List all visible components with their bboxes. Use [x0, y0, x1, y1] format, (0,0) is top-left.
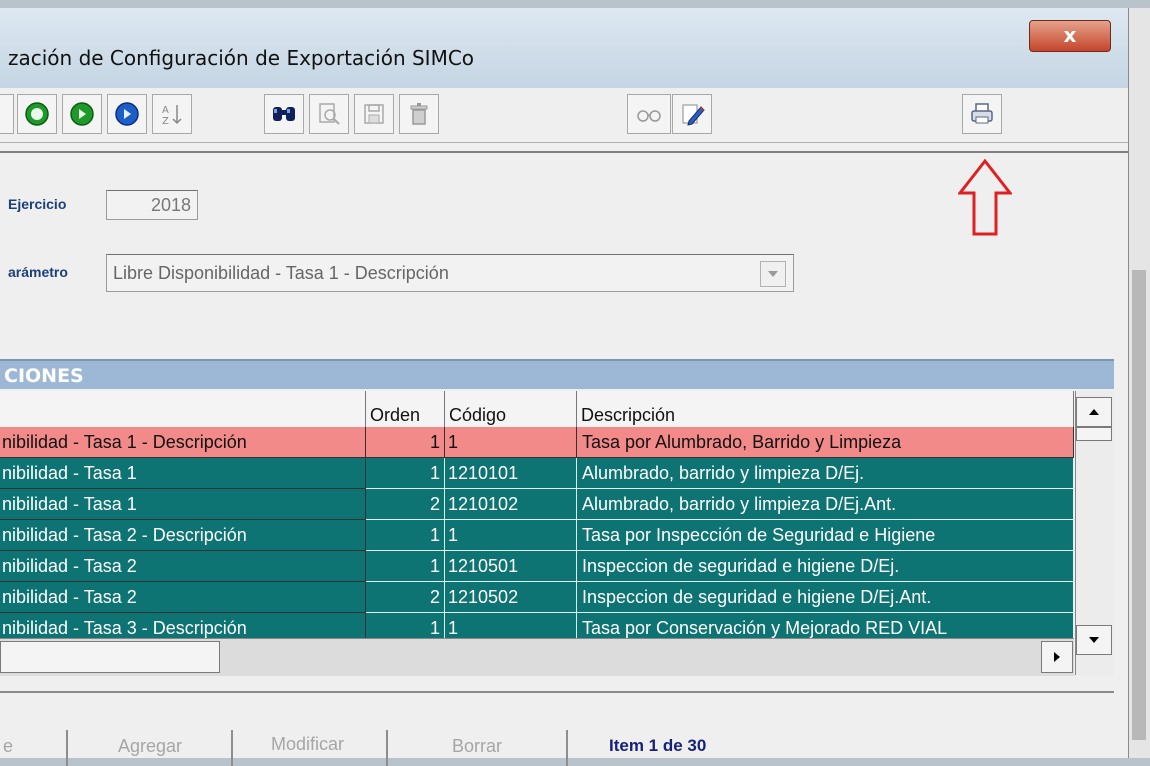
cell-descripcion: Alumbrado, barrido y limpieza D/Ej. — [577, 458, 1074, 489]
partial-button[interactable]: e — [3, 736, 13, 757]
table-row[interactable]: nibilidad - Tasa 2 2 1210502 Inspeccion … — [0, 582, 1074, 613]
cell-codigo: 1210102 — [445, 489, 577, 520]
table-row[interactable]: nibilidad - Tasa 2 - Descripción 1 1 Tas… — [0, 520, 1074, 551]
modificar-button[interactable]: Modificar — [271, 734, 344, 755]
arrow-right-icon — [1054, 652, 1060, 662]
cell-name: nibilidad - Tasa 2 — [0, 582, 366, 613]
window-scrollbar[interactable] — [1128, 8, 1150, 758]
button-divider — [566, 730, 568, 766]
column-header-codigo[interactable]: Código — [445, 391, 577, 427]
previous-record-icon — [70, 102, 94, 126]
first-record-icon — [25, 102, 49, 126]
next-record-icon — [115, 102, 139, 126]
binoculars-icon — [273, 107, 295, 121]
cell-name: nibilidad - Tasa 1 — [0, 458, 366, 489]
print-button[interactable] — [962, 94, 1002, 134]
toolbar: A Z — [0, 88, 1128, 143]
cell-descripcion: Tasa por Inspección de Seguridad e Higie… — [577, 520, 1074, 551]
edit-icon — [682, 104, 705, 126]
cell-codigo: 1210501 — [445, 551, 577, 582]
trash-icon — [410, 103, 428, 125]
chevron-down-icon — [768, 271, 778, 277]
sort-az-icon: A Z — [162, 105, 182, 127]
main-window: zación de Configuración de Exportación S… — [0, 8, 1129, 766]
scroll-up-button[interactable] — [1076, 397, 1112, 427]
glasses-icon — [637, 110, 661, 122]
title-bar: zación de Configuración de Exportación S… — [0, 8, 1128, 88]
column-header-descripcion[interactable]: Descripción — [577, 391, 1074, 427]
cell-orden: 2 — [366, 582, 445, 613]
table-row[interactable]: nibilidad - Tasa 1 1 1210101 Alumbrado, … — [0, 458, 1074, 489]
preview-button[interactable] — [309, 94, 349, 134]
delete-button[interactable] — [399, 94, 439, 134]
cell-name: nibilidad - Tasa 1 — [0, 489, 366, 520]
data-grid: Orden Código Descripción nibilidad - Tas… — [0, 391, 1114, 711]
ejercicio-label: Ejercicio — [8, 196, 67, 212]
parametro-select[interactable]: Libre Disponibilidad - Tasa 1 - Descripc… — [106, 254, 794, 292]
grid-horizontal-scrollbar[interactable] — [0, 638, 1074, 676]
view-button[interactable] — [627, 94, 671, 134]
cell-name: nibilidad - Tasa 2 - Descripción — [0, 520, 366, 551]
preview-icon — [319, 103, 340, 125]
svg-text:A: A — [162, 105, 169, 116]
window-scroll-thumb[interactable] — [1132, 270, 1146, 740]
cell-descripcion: Inspeccion de seguridad e higiene D/Ej. — [577, 551, 1074, 582]
agregar-button[interactable]: Agregar — [118, 736, 182, 757]
cell-orden: 2 — [366, 489, 445, 520]
scroll-thumb[interactable] — [1076, 427, 1112, 441]
cell-descripcion: Inspeccion de seguridad e higiene D/Ej.A… — [577, 582, 1074, 613]
cell-orden: 1 — [366, 551, 445, 582]
borrar-button[interactable]: Borrar — [452, 736, 502, 757]
table-row[interactable]: nibilidad - Tasa 1 - Descripción 1 1 Tas… — [0, 427, 1074, 458]
scroll-down-button[interactable] — [1076, 625, 1112, 655]
cell-codigo: 1 — [445, 427, 577, 458]
cell-codigo: 1210101 — [445, 458, 577, 489]
scroll-right-button[interactable] — [1041, 641, 1073, 673]
close-button[interactable]: x — [1029, 20, 1111, 52]
grid-vertical-scrollbar[interactable] — [1075, 391, 1114, 675]
button-divider — [386, 730, 388, 766]
horizontal-scroll-thumb[interactable] — [0, 641, 220, 673]
window-title: zación de Configuración de Exportación S… — [8, 46, 475, 70]
previous-record-button[interactable] — [62, 94, 102, 134]
parametro-label: arámetro — [8, 264, 68, 280]
first-record-button[interactable] — [17, 94, 57, 134]
cell-descripcion: Alumbrado, barrido y limpieza D/Ej.Ant. — [577, 489, 1074, 520]
button-divider — [66, 730, 68, 766]
arrow-down-icon — [1089, 637, 1099, 643]
svg-text:Z: Z — [162, 116, 169, 127]
annotation-arrow-up-icon — [958, 158, 1012, 236]
cell-descripcion: Tasa por Alumbrado, Barrido y Limpieza — [577, 427, 1074, 458]
sort-button[interactable]: A Z — [152, 94, 192, 134]
column-header-orden[interactable]: Orden — [366, 391, 445, 427]
next-record-button[interactable] — [107, 94, 147, 134]
cell-orden: 1 — [366, 520, 445, 551]
table-row[interactable]: nibilidad - Tasa 2 1 1210501 Inspeccion … — [0, 551, 1074, 582]
toolbar-button-partial[interactable] — [0, 94, 14, 134]
cell-codigo: 1 — [445, 520, 577, 551]
cell-orden: 1 — [366, 458, 445, 489]
save-button[interactable] — [354, 94, 394, 134]
table-row[interactable]: nibilidad - Tasa 1 2 1210102 Alumbrado, … — [0, 489, 1074, 520]
ejercicio-field[interactable]: 2018 — [106, 190, 198, 220]
search-button[interactable] — [264, 94, 304, 134]
cell-codigo: 1210502 — [445, 582, 577, 613]
parametro-dropdown-button[interactable] — [760, 261, 786, 287]
cell-orden: 1 — [366, 427, 445, 458]
cell-name: nibilidad - Tasa 1 - Descripción — [0, 427, 366, 458]
save-icon — [364, 104, 384, 124]
button-divider — [231, 730, 233, 766]
edit-button[interactable] — [672, 94, 712, 134]
arrow-up-icon — [1089, 409, 1099, 415]
section-title: CIONES — [0, 359, 1114, 389]
column-header-name[interactable] — [0, 391, 366, 427]
grid-bottom-divider — [0, 691, 1114, 693]
print-icon — [971, 103, 993, 124]
record-status: Item 1 de 30 — [609, 736, 707, 755]
cell-name: nibilidad - Tasa 2 — [0, 551, 366, 582]
toolbar-separator — [0, 151, 1128, 153]
